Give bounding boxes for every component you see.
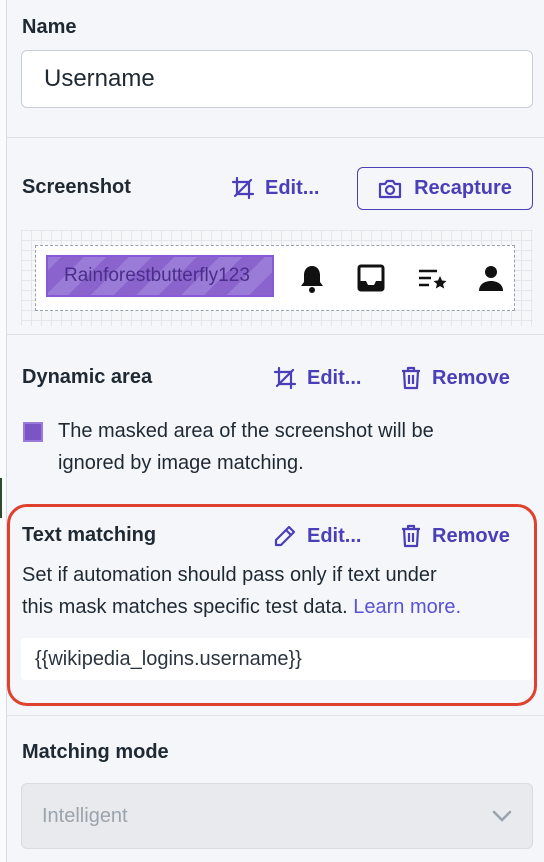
screenshot-edit-button[interactable]: Edit... <box>231 176 319 200</box>
text-matching-description-text: this mask matches specific test data. <box>22 596 348 618</box>
trash-icon <box>402 524 420 548</box>
dynamic-area-edit-button[interactable]: Edit... <box>273 366 361 390</box>
dynamic-area-description-line2: ignored by image matching. <box>58 452 304 474</box>
screenshot-edit-label: Edit... <box>265 176 320 199</box>
text-matching-description-line2: this mask matches specific test data. Le… <box>22 591 461 623</box>
dynamic-area-edit-label: Edit... <box>307 366 362 389</box>
dynamic-area-remove-label: Remove <box>432 366 510 389</box>
mask-color-swatch <box>23 422 43 442</box>
name-input[interactable]: Username <box>21 50 533 108</box>
dynamic-area-remove-button[interactable]: Remove <box>400 366 510 390</box>
matching-mode-label: Matching mode <box>22 741 169 763</box>
list-star-icon <box>419 269 447 289</box>
screenshot-label: Screenshot <box>22 176 131 198</box>
matching-mode-value: Intelligent <box>42 805 128 827</box>
matching-mode-select[interactable]: Intelligent <box>21 783 533 849</box>
text-matching-edit-label: Edit... <box>307 524 362 547</box>
text-matching-description-line1: Set if automation should pass only if te… <box>22 564 437 586</box>
recapture-button[interactable]: Recapture <box>357 167 533 210</box>
text-matching-edit-button[interactable]: Edit... <box>273 524 361 548</box>
name-label: Name <box>22 16 77 38</box>
trash-icon <box>402 366 420 390</box>
text-matching-label: Text matching <box>22 524 157 546</box>
learn-more-link[interactable]: Learn more. <box>353 596 461 618</box>
dynamic-area-description-line1: The masked area of the screenshot will b… <box>58 420 434 442</box>
screenshot-image: Rainforestbutterfly123 <box>35 245 515 311</box>
camera-icon <box>378 179 402 198</box>
crop-icon <box>273 366 297 390</box>
test-data-input[interactable]: {{wikipedia_logins.username}} <box>21 638 533 680</box>
text-matching-remove-button[interactable]: Remove <box>400 524 510 548</box>
bell-icon <box>301 266 323 293</box>
screenshot-preview[interactable]: Rainforestbutterfly123 <box>21 230 533 326</box>
dynamic-area-label: Dynamic area <box>22 366 153 388</box>
recapture-label: Recapture <box>414 177 512 199</box>
masked-region: Rainforestbutterfly123 <box>46 255 274 297</box>
text-matching-remove-label: Remove <box>432 524 510 547</box>
inbox-icon <box>357 264 385 292</box>
properties-panel: Name Username Screenshot Edit... Recaptu… <box>6 0 544 862</box>
divider <box>7 715 544 716</box>
divider <box>7 137 544 138</box>
pencil-icon <box>274 525 296 547</box>
user-icon <box>479 266 503 291</box>
edge-mark <box>0 478 2 518</box>
chevron-down-icon <box>492 810 512 822</box>
crop-icon <box>231 176 255 200</box>
divider <box>7 334 544 335</box>
